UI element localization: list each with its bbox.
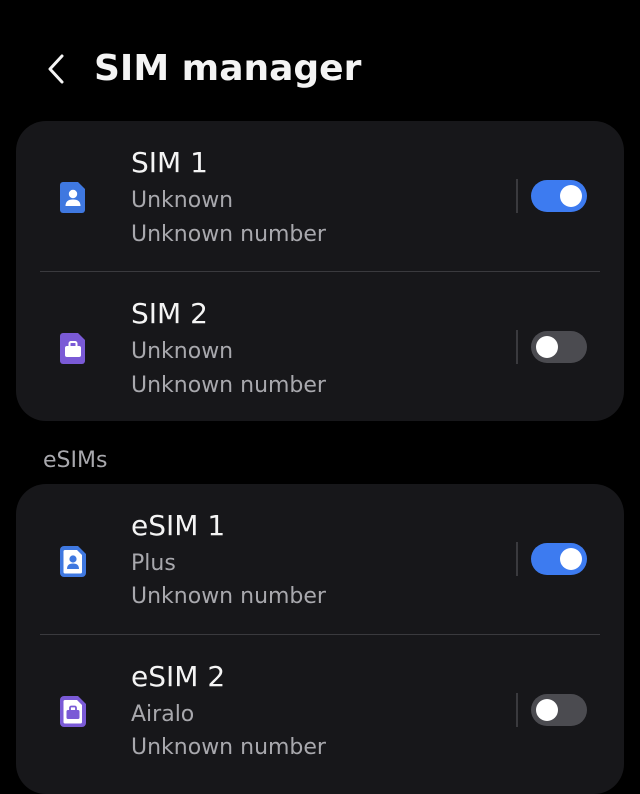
page-title: SIM manager bbox=[94, 48, 362, 89]
toggle-separator bbox=[516, 693, 518, 727]
esim-person-icon bbox=[54, 542, 92, 580]
esim-carrier: Plus bbox=[131, 551, 176, 576]
back-button[interactable] bbox=[38, 48, 78, 90]
esim-2-row[interactable]: eSIM 2 Airalo Unknown number bbox=[16, 635, 624, 785]
esim-1-toggle[interactable] bbox=[531, 543, 587, 575]
toggle-separator bbox=[516, 179, 518, 213]
esim-number: Unknown number bbox=[131, 584, 326, 609]
esim-number: Unknown number bbox=[131, 735, 326, 760]
toggle-knob bbox=[560, 548, 582, 570]
sim-number: Unknown number bbox=[131, 222, 326, 247]
esims-section-label: eSIMs bbox=[43, 448, 108, 473]
sim-number: Unknown number bbox=[131, 373, 326, 398]
sim-1-toggle[interactable] bbox=[531, 180, 587, 212]
sim-name: SIM 1 bbox=[131, 146, 208, 179]
esim-2-toggle[interactable] bbox=[531, 694, 587, 726]
sim-2-toggle[interactable] bbox=[531, 331, 587, 363]
header: SIM manager bbox=[0, 0, 640, 120]
sim-carrier: Unknown bbox=[131, 339, 234, 364]
esim-1-row[interactable]: eSIM 1 Plus Unknown number bbox=[16, 484, 624, 634]
sim-name: SIM 2 bbox=[131, 297, 208, 330]
sim-person-icon bbox=[54, 178, 92, 216]
sim-1-row[interactable]: SIM 1 Unknown Unknown number bbox=[16, 121, 624, 271]
toggle-knob bbox=[536, 336, 558, 358]
esims-card: eSIM 1 Plus Unknown number eSIM 2 Airalo… bbox=[16, 484, 624, 794]
esim-name: eSIM 1 bbox=[131, 509, 226, 542]
sim-briefcase-icon bbox=[54, 329, 92, 367]
physical-sims-card: SIM 1 Unknown Unknown number SIM 2 Unkno… bbox=[16, 121, 624, 421]
sim-2-row[interactable]: SIM 2 Unknown Unknown number bbox=[16, 272, 624, 421]
toggle-knob bbox=[560, 185, 582, 207]
toggle-separator bbox=[516, 542, 518, 576]
sim-carrier: Unknown bbox=[131, 188, 234, 213]
toggle-knob bbox=[536, 699, 558, 721]
esim-briefcase-icon bbox=[54, 692, 92, 730]
toggle-separator bbox=[516, 330, 518, 364]
esim-name: eSIM 2 bbox=[131, 660, 226, 693]
esim-carrier: Airalo bbox=[131, 702, 195, 727]
chevron-left-icon bbox=[48, 54, 64, 84]
